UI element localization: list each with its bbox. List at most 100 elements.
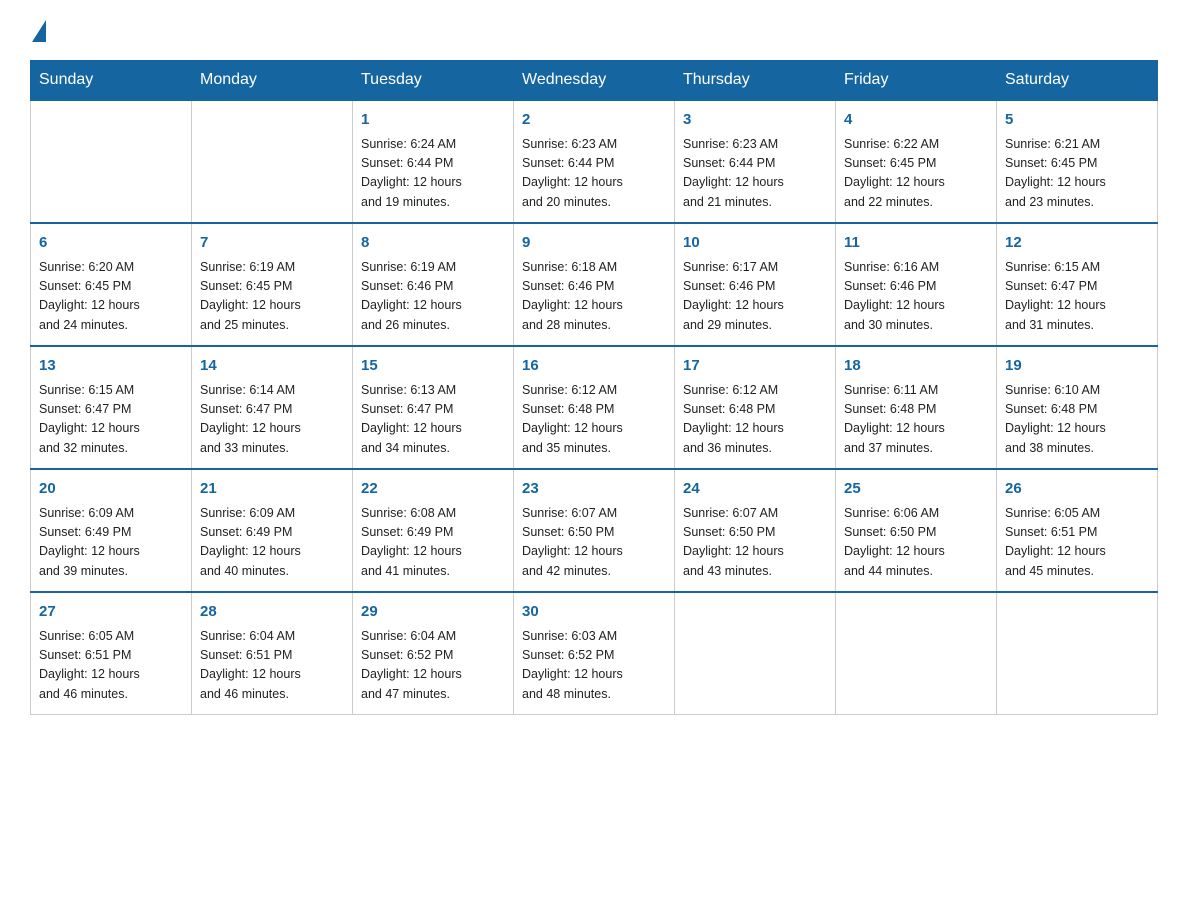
day-info: Sunrise: 6:09 AMSunset: 6:49 PMDaylight:… — [39, 504, 183, 582]
day-number: 7 — [200, 232, 344, 255]
day-number: 13 — [39, 355, 183, 378]
calendar-cell: 4 Sunrise: 6:22 AMSunset: 6:45 PMDaylight… — [836, 100, 997, 223]
calendar-cell — [836, 592, 997, 715]
day-number: 11 — [844, 232, 988, 255]
day-number: 18 — [844, 355, 988, 378]
day-number: 6 — [39, 232, 183, 255]
logo — [30, 20, 46, 40]
day-info: Sunrise: 6:12 AMSunset: 6:48 PMDaylight:… — [683, 381, 827, 459]
day-info: Sunrise: 6:10 AMSunset: 6:48 PMDaylight:… — [1005, 381, 1149, 459]
day-number: 24 — [683, 478, 827, 501]
day-info: Sunrise: 6:20 AMSunset: 6:45 PMDaylight:… — [39, 258, 183, 336]
day-info: Sunrise: 6:04 AMSunset: 6:52 PMDaylight:… — [361, 627, 505, 705]
calendar-cell: 16Sunrise: 6:12 AMSunset: 6:48 PMDayligh… — [514, 346, 675, 469]
day-info: Sunrise: 6:17 AMSunset: 6:46 PMDaylight:… — [683, 258, 827, 336]
day-number: 9 — [522, 232, 666, 255]
day-number: 16 — [522, 355, 666, 378]
calendar-cell — [31, 100, 192, 223]
weekday-header-tuesday: Tuesday — [353, 61, 514, 101]
calendar-cell: 5 Sunrise: 6:21 AMSunset: 6:45 PMDaylight… — [997, 100, 1158, 223]
day-number: 30 — [522, 601, 666, 624]
calendar-cell: 7 Sunrise: 6:19 AMSunset: 6:45 PMDaylight… — [192, 223, 353, 346]
weekday-header-monday: Monday — [192, 61, 353, 101]
day-number: 27 — [39, 601, 183, 624]
calendar-cell: 30 Sunrise: 6:03 AMSunset: 6:52 PMDayligh… — [514, 592, 675, 715]
day-info: Sunrise: 6:16 AMSunset: 6:46 PMDaylight:… — [844, 258, 988, 336]
calendar-cell: 19Sunrise: 6:10 AMSunset: 6:48 PMDayligh… — [997, 346, 1158, 469]
day-number: 23 — [522, 478, 666, 501]
day-info: Sunrise: 6:07 AMSunset: 6:50 PMDaylight:… — [683, 504, 827, 582]
calendar-cell: 26 Sunrise: 6:05 AMSunset: 6:51 PMDayligh… — [997, 469, 1158, 592]
calendar-week-5: 27 Sunrise: 6:05 AMSunset: 6:51 PMDayligh… — [31, 592, 1158, 715]
calendar-cell: 15Sunrise: 6:13 AMSunset: 6:47 PMDayligh… — [353, 346, 514, 469]
weekday-header-row: SundayMondayTuesdayWednesdayThursdayFrid… — [31, 61, 1158, 101]
day-info: Sunrise: 6:03 AMSunset: 6:52 PMDaylight:… — [522, 627, 666, 705]
day-number: 28 — [200, 601, 344, 624]
calendar-cell: 2 Sunrise: 6:23 AMSunset: 6:44 PMDaylight… — [514, 100, 675, 223]
day-info: Sunrise: 6:05 AMSunset: 6:51 PMDaylight:… — [1005, 504, 1149, 582]
calendar-cell: 3 Sunrise: 6:23 AMSunset: 6:44 PMDaylight… — [675, 100, 836, 223]
calendar-cell: 28 Sunrise: 6:04 AMSunset: 6:51 PMDayligh… — [192, 592, 353, 715]
day-number: 17 — [683, 355, 827, 378]
calendar-cell: 10 Sunrise: 6:17 AMSunset: 6:46 PMDayligh… — [675, 223, 836, 346]
day-info: Sunrise: 6:08 AMSunset: 6:49 PMDaylight:… — [361, 504, 505, 582]
day-number: 21 — [200, 478, 344, 501]
calendar-cell: 18 Sunrise: 6:11 AMSunset: 6:48 PMDayligh… — [836, 346, 997, 469]
day-number: 1 — [361, 109, 505, 132]
day-number: 22 — [361, 478, 505, 501]
day-info: Sunrise: 6:05 AMSunset: 6:51 PMDaylight:… — [39, 627, 183, 705]
day-info: Sunrise: 6:13 AMSunset: 6:47 PMDaylight:… — [361, 381, 505, 459]
day-number: 10 — [683, 232, 827, 255]
day-info: Sunrise: 6:07 AMSunset: 6:50 PMDaylight:… — [522, 504, 666, 582]
calendar-cell: 13Sunrise: 6:15 AMSunset: 6:47 PMDayligh… — [31, 346, 192, 469]
calendar-table: SundayMondayTuesdayWednesdayThursdayFrid… — [30, 60, 1158, 715]
day-number: 26 — [1005, 478, 1149, 501]
day-number: 25 — [844, 478, 988, 501]
day-info: Sunrise: 6:14 AMSunset: 6:47 PMDaylight:… — [200, 381, 344, 459]
day-info: Sunrise: 6:22 AMSunset: 6:45 PMDaylight:… — [844, 135, 988, 213]
calendar-cell: 21 Sunrise: 6:09 AMSunset: 6:49 PMDayligh… — [192, 469, 353, 592]
weekday-header-sunday: Sunday — [31, 61, 192, 101]
weekday-header-wednesday: Wednesday — [514, 61, 675, 101]
day-number: 5 — [1005, 109, 1149, 132]
day-info: Sunrise: 6:09 AMSunset: 6:49 PMDaylight:… — [200, 504, 344, 582]
calendar-cell: 6 Sunrise: 6:20 AMSunset: 6:45 PMDaylight… — [31, 223, 192, 346]
day-number: 29 — [361, 601, 505, 624]
day-info: Sunrise: 6:23 AMSunset: 6:44 PMDaylight:… — [522, 135, 666, 213]
logo-triangle-icon — [32, 20, 46, 42]
calendar-cell: 9 Sunrise: 6:18 AMSunset: 6:46 PMDaylight… — [514, 223, 675, 346]
calendar-cell: 29 Sunrise: 6:04 AMSunset: 6:52 PMDayligh… — [353, 592, 514, 715]
calendar-cell: 25Sunrise: 6:06 AMSunset: 6:50 PMDayligh… — [836, 469, 997, 592]
calendar-cell: 11 Sunrise: 6:16 AMSunset: 6:46 PMDayligh… — [836, 223, 997, 346]
calendar-cell — [192, 100, 353, 223]
day-number: 3 — [683, 109, 827, 132]
weekday-header-saturday: Saturday — [997, 61, 1158, 101]
calendar-week-2: 6 Sunrise: 6:20 AMSunset: 6:45 PMDaylight… — [31, 223, 1158, 346]
day-info: Sunrise: 6:21 AMSunset: 6:45 PMDaylight:… — [1005, 135, 1149, 213]
day-number: 20 — [39, 478, 183, 501]
calendar-cell: 24 Sunrise: 6:07 AMSunset: 6:50 PMDayligh… — [675, 469, 836, 592]
day-info: Sunrise: 6:04 AMSunset: 6:51 PMDaylight:… — [200, 627, 344, 705]
day-info: Sunrise: 6:23 AMSunset: 6:44 PMDaylight:… — [683, 135, 827, 213]
calendar-cell: 1 Sunrise: 6:24 AMSunset: 6:44 PMDaylight… — [353, 100, 514, 223]
day-number: 14 — [200, 355, 344, 378]
logo-text — [30, 20, 46, 44]
calendar-cell: 17 Sunrise: 6:12 AMSunset: 6:48 PMDayligh… — [675, 346, 836, 469]
weekday-header-friday: Friday — [836, 61, 997, 101]
calendar-week-4: 20 Sunrise: 6:09 AMSunset: 6:49 PMDayligh… — [31, 469, 1158, 592]
calendar-cell: 27 Sunrise: 6:05 AMSunset: 6:51 PMDayligh… — [31, 592, 192, 715]
calendar-cell: 20 Sunrise: 6:09 AMSunset: 6:49 PMDayligh… — [31, 469, 192, 592]
day-number: 4 — [844, 109, 988, 132]
day-number: 8 — [361, 232, 505, 255]
day-info: Sunrise: 6:18 AMSunset: 6:46 PMDaylight:… — [522, 258, 666, 336]
page-header — [30, 20, 1158, 40]
day-number: 2 — [522, 109, 666, 132]
calendar-week-3: 13Sunrise: 6:15 AMSunset: 6:47 PMDayligh… — [31, 346, 1158, 469]
day-number: 12 — [1005, 232, 1149, 255]
day-info: Sunrise: 6:24 AMSunset: 6:44 PMDaylight:… — [361, 135, 505, 213]
calendar-week-1: 1 Sunrise: 6:24 AMSunset: 6:44 PMDaylight… — [31, 100, 1158, 223]
day-info: Sunrise: 6:19 AMSunset: 6:45 PMDaylight:… — [200, 258, 344, 336]
calendar-cell — [675, 592, 836, 715]
day-info: Sunrise: 6:19 AMSunset: 6:46 PMDaylight:… — [361, 258, 505, 336]
day-info: Sunrise: 6:11 AMSunset: 6:48 PMDaylight:… — [844, 381, 988, 459]
